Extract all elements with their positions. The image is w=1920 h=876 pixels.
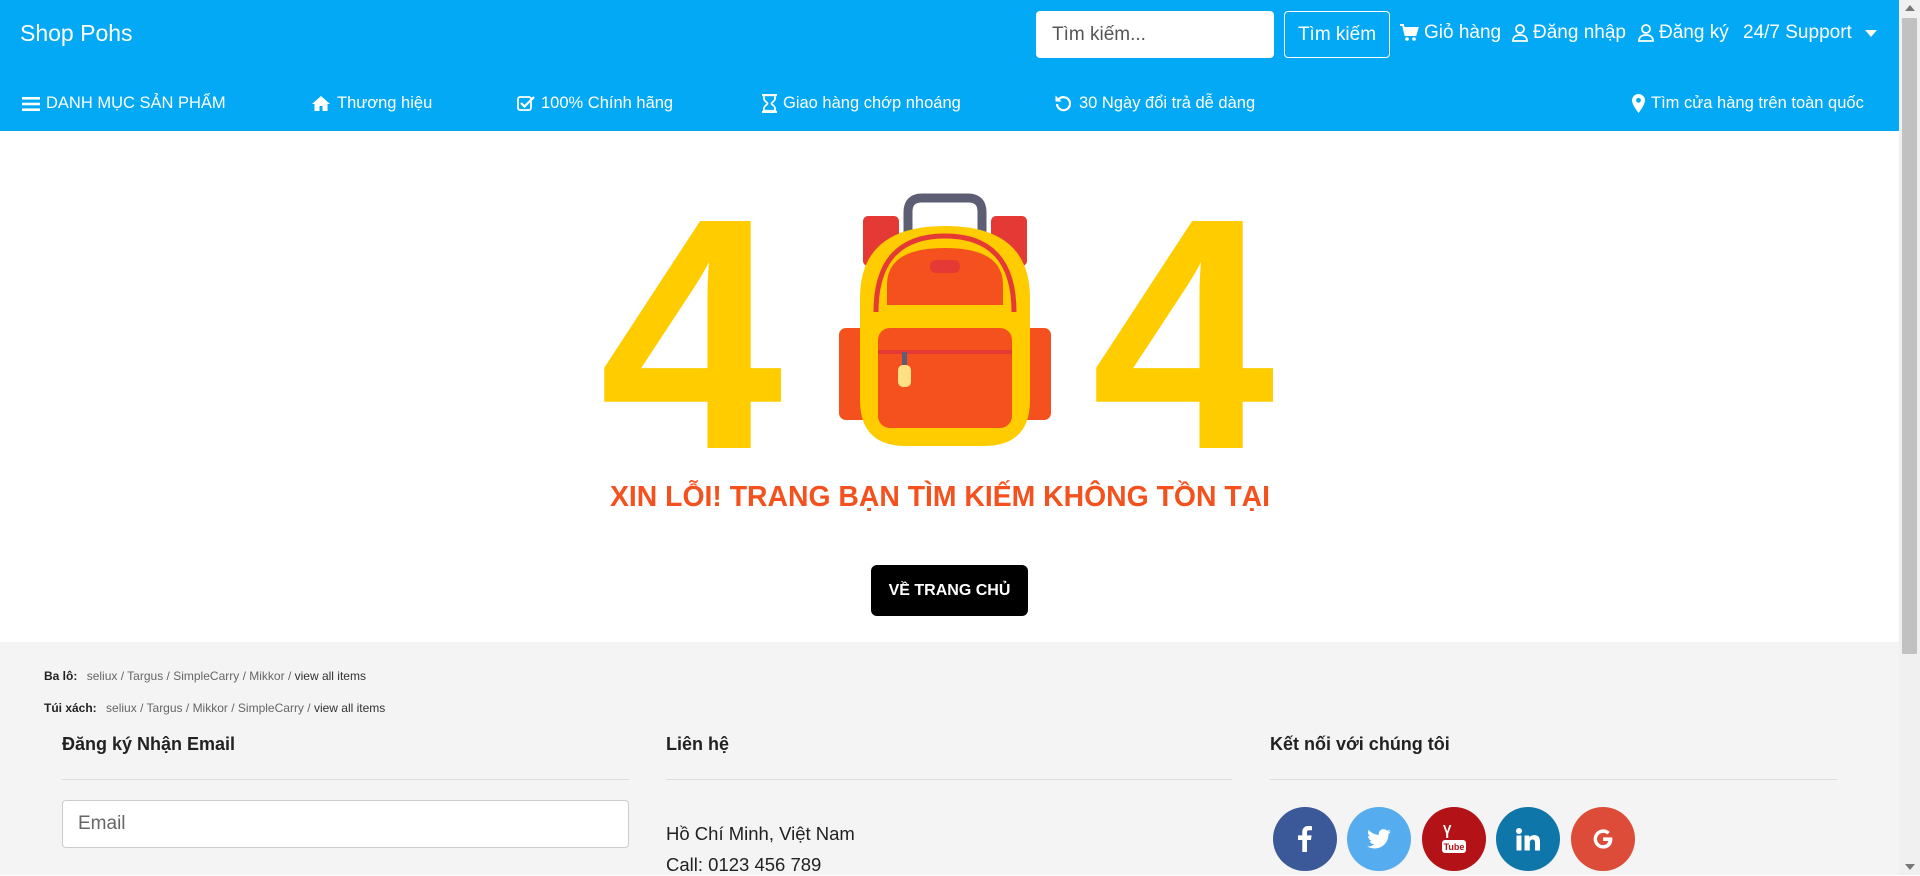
user-icon: [1512, 24, 1528, 42]
email-field[interactable]: [62, 800, 629, 848]
quick-links-label: Túi xách:: [44, 701, 97, 715]
delivery-label: Giao hàng chớp nhoáng: [783, 94, 961, 112]
support-dropdown[interactable]: 24/7 Support: [1743, 22, 1877, 44]
youtube-button[interactable]: Tube: [1422, 807, 1486, 871]
divider: [62, 779, 629, 780]
support-label: 24/7 Support: [1743, 22, 1852, 43]
facebook-icon: [1298, 826, 1312, 852]
error-message: XIN LỖI! TRANG BẠN TÌM KIẾM KHÔNG TỒN TẠ…: [610, 479, 1270, 513]
svg-text:Tube: Tube: [1444, 842, 1465, 852]
login-link[interactable]: Đăng nhập: [1512, 22, 1626, 44]
delivery-link[interactable]: Giao hàng chớp nhoáng: [762, 94, 961, 113]
quick-links-label: Ba lô:: [44, 669, 78, 683]
quick-link[interactable]: SimpleCarry: [238, 701, 304, 715]
register-label: Đăng ký: [1659, 22, 1729, 43]
menu-icon: [22, 96, 40, 111]
twitter-button[interactable]: [1347, 807, 1411, 871]
google-icon: [1593, 829, 1613, 849]
twitter-icon: [1367, 829, 1391, 849]
quick-link[interactable]: Targus: [127, 669, 163, 683]
divider: [666, 779, 1232, 780]
quick-link[interactable]: Targus: [147, 701, 183, 715]
user-icon: [1638, 24, 1654, 42]
facebook-button[interactable]: [1273, 807, 1337, 871]
google-button[interactable]: [1571, 807, 1635, 871]
contact-phone: Call: 0123 456 789: [666, 854, 822, 875]
map-marker-icon: [1632, 94, 1645, 113]
genuine-label: 100% Chính hãng: [541, 94, 674, 112]
quick-link[interactable]: SimpleCarry: [173, 669, 239, 683]
error-code-left: 4: [599, 190, 785, 518]
divider: [1270, 779, 1837, 780]
cart-icon: [1400, 24, 1419, 41]
check-square-icon: [517, 96, 535, 111]
search-input[interactable]: [1036, 11, 1274, 58]
error-404-illustration: 4 4 XIN LỖI! TRANG BẠN TÌM KIẾM KHÔNG TỒ…: [599, 190, 1277, 518]
contact-title: Liên hệ: [666, 734, 730, 754]
social-title: Kết nối với chúng tôi: [1270, 734, 1450, 754]
store-locator-label: Tìm cửa hàng trên toàn quốc: [1651, 94, 1864, 112]
undo-icon: [1055, 95, 1072, 112]
quick-link[interactable]: Mikkor: [249, 669, 284, 683]
login-label: Đăng nhập: [1533, 22, 1626, 43]
vertical-scrollbar[interactable]: [1899, 0, 1920, 875]
home-icon: [312, 96, 330, 111]
contact-address: Hồ Chí Minh, Việt Nam: [666, 823, 855, 844]
scroll-down-arrow-icon[interactable]: [1905, 864, 1915, 870]
backpack-quick-links: Ba lô: seliux / Targus / SimpleCarry / M…: [44, 669, 366, 683]
scroll-up-arrow-icon[interactable]: [1905, 5, 1915, 11]
hourglass-icon: [762, 94, 777, 113]
cart-link[interactable]: Giỏ hàng: [1399, 22, 1501, 44]
newsletter-title: Đăng ký Nhận Email: [62, 734, 236, 754]
quick-link[interactable]: seliux: [106, 701, 137, 715]
cart-label: Giỏ hàng: [1424, 22, 1502, 43]
categories-label: DANH MỤC SẢN PHẨM: [46, 94, 226, 112]
register-link[interactable]: Đăng ký: [1638, 22, 1729, 44]
quick-link[interactable]: Mikkor: [193, 701, 228, 715]
back-to-home-button[interactable]: VỀ TRANG CHỦ: [871, 565, 1028, 616]
top-navbar: Shop Pohs Tìm kiếm Giỏ hàng Đăng nhập Đă…: [0, 0, 1899, 131]
error-code-right: 4: [1091, 190, 1277, 518]
genuine-link[interactable]: 100% Chính hãng: [517, 94, 673, 113]
search-button[interactable]: Tìm kiếm: [1284, 11, 1390, 58]
view-all-link[interactable]: view all items: [295, 669, 366, 683]
brands-link[interactable]: Thương hiệu: [311, 94, 432, 113]
handbag-quick-links: Túi xách: seliux / Targus / Mikkor / Sim…: [44, 701, 386, 715]
backpack-icon: [839, 193, 1051, 446]
returns-label: 30 Ngày đổi trả dễ dàng: [1079, 94, 1256, 112]
returns-link[interactable]: 30 Ngày đổi trả dễ dàng: [1054, 94, 1255, 113]
quick-link[interactable]: seliux: [87, 669, 118, 683]
brand-logo[interactable]: Shop Pohs: [20, 20, 133, 47]
categories-menu[interactable]: DANH MỤC SẢN PHẨM: [22, 94, 226, 113]
linkedin-icon: [1516, 827, 1540, 850]
scrollbar-thumb[interactable]: [1902, 18, 1917, 654]
view-all-link[interactable]: view all items: [314, 701, 385, 715]
brands-label: Thương hiệu: [337, 94, 433, 112]
youtube-icon: Tube: [1442, 825, 1466, 853]
store-locator-link[interactable]: Tìm cửa hàng trên toàn quốc: [1632, 94, 1864, 113]
linkedin-button[interactable]: [1496, 807, 1560, 871]
caret-down-icon: [1864, 29, 1877, 37]
